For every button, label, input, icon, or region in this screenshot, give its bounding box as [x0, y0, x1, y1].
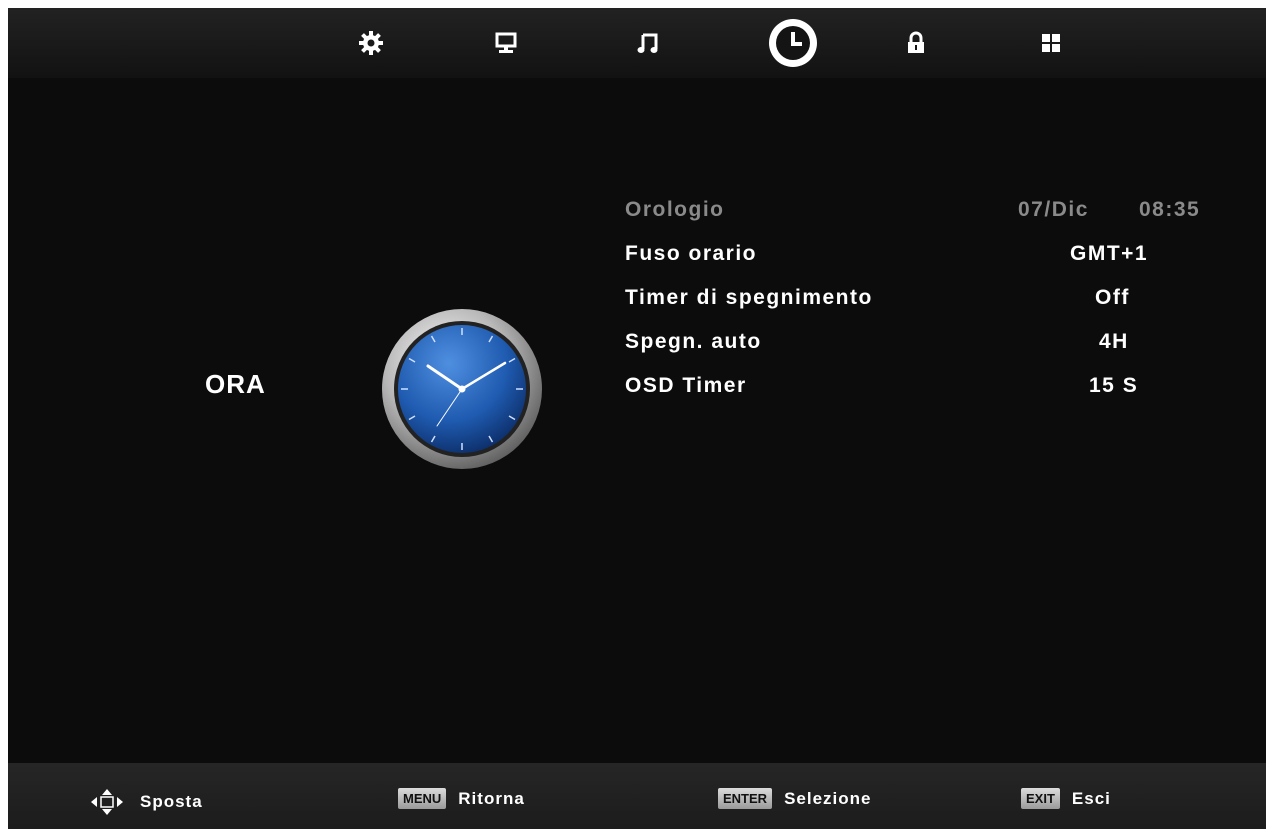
menu-item-label: Timer di spegnimento [625, 286, 873, 309]
music-note-icon [637, 33, 658, 53]
exit-key-badge: EXIT [1021, 788, 1060, 809]
menu-item-value: 15 S [1089, 374, 1139, 397]
menu-item-value: Off [1095, 286, 1130, 309]
hint-back: MENU Ritorna [398, 788, 525, 809]
analog-clock-icon [382, 309, 542, 469]
tab-options[interactable] [1028, 20, 1074, 66]
menu-item-orologio: Orologio 07/Dic 08:35 [625, 198, 1225, 238]
hint-exit-label: Esci [1071, 788, 1111, 808]
hint-exit: EXIT Esci [1021, 788, 1111, 809]
top-tab-bar [8, 8, 1266, 78]
menu-key-badge: MENU [398, 788, 447, 809]
tab-sound[interactable] [625, 20, 671, 66]
clock-icon [769, 19, 817, 67]
section-title: ORA [205, 369, 266, 399]
menu-item-timer-spegnimento[interactable]: Timer di spegnimento Off [625, 286, 1225, 326]
menu-item-value: 4H [1099, 330, 1129, 353]
menu-item-fuso-orario[interactable]: Fuso orario GMT+1 [625, 242, 1225, 282]
enter-key-badge: ENTER [718, 788, 773, 809]
arrows-icon [91, 789, 123, 815]
hint-back-label: Ritorna [458, 788, 525, 808]
hint-select: ENTER Selezione [718, 788, 871, 809]
grid-icon [1042, 34, 1060, 52]
monitor-icon [495, 32, 517, 53]
menu-item-osd-timer[interactable]: OSD Timer 15 S [625, 374, 1225, 414]
gear-icon [359, 31, 383, 55]
footer-hints: Sposta MENU Ritorna ENTER Selezione EXIT… [8, 763, 1266, 829]
lock-icon [908, 31, 924, 53]
hint-select-label: Selezione [784, 788, 872, 808]
menu-item-label: Fuso orario [625, 242, 758, 265]
tv-osd-screen: ORA Orologio 07/Dic 08:35 Fuso orario GM… [8, 8, 1266, 829]
clock-time-value: 08:35 [1139, 198, 1201, 221]
tab-picture-settings[interactable] [348, 20, 394, 66]
tab-lock[interactable] [893, 20, 939, 66]
tab-time[interactable] [766, 16, 820, 70]
clock-date-value: 07/Dic [1018, 198, 1089, 221]
hint-move-label: Sposta [140, 792, 203, 811]
menu-item-spegn-auto[interactable]: Spegn. auto 4H [625, 330, 1225, 370]
menu-item-value: GMT+1 [1070, 242, 1149, 265]
menu-item-label: OSD Timer [625, 374, 747, 397]
menu-item-label: Spegn. auto [625, 330, 762, 353]
hint-move: Sposta [90, 788, 203, 816]
menu-item-label: Orologio [625, 198, 725, 221]
tab-screen[interactable] [483, 20, 529, 66]
